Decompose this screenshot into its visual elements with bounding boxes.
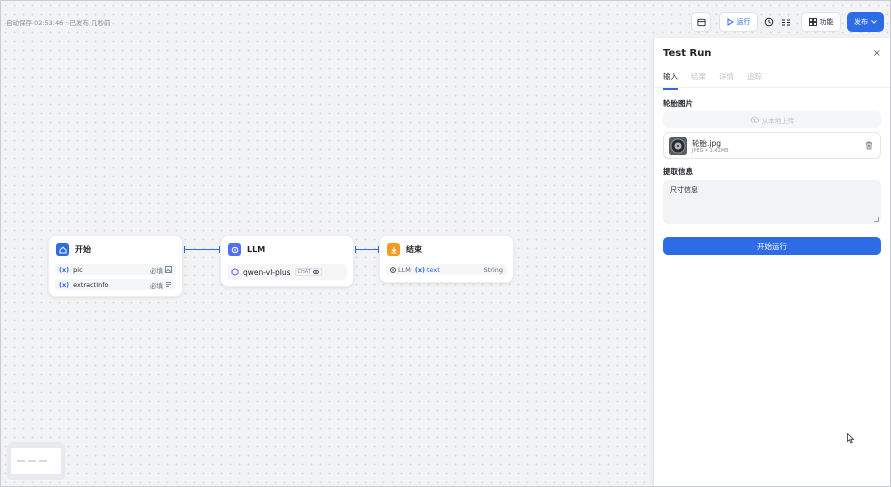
end-node[interactable]: 结束 LLM (x) text String [379,235,514,283]
var-required: 必填 [150,265,172,275]
field-label-image: 轮胎图片 [663,99,693,108]
start-node-title: 开始 [75,245,91,254]
play-icon [727,18,734,26]
start-var-pic[interactable]: (x) pic 必填 [55,264,176,275]
close-icon[interactable]: × [873,48,881,59]
variables-button[interactable] [777,12,795,32]
grid-icon [808,18,817,26]
model-tag: CHAT [294,268,322,276]
resize-handle[interactable] [874,217,879,222]
mouse-cursor-icon [847,432,855,446]
image-type-icon [165,266,172,273]
minimap-viewport [11,448,61,474]
test-run-panel: Test Run × 输入 结果 详情 追踪 轮胎图片 从本地上传 轮胎.jpg… [653,38,890,486]
variable-icon: (x) [59,280,70,289]
preview-icon [696,18,706,27]
required-label: 必填 [150,281,163,290]
history-icon [764,17,774,27]
edge-llm-end [355,246,379,253]
extract-info-textarea[interactable]: 尺寸信息 [663,180,881,224]
llm-node-title: LLM [247,245,266,254]
minimap-node [28,460,36,462]
end-node-header: 结束 [387,243,422,256]
panel-title: Test Run [663,48,712,59]
publish-button[interactable]: 发布 [847,12,884,32]
home-icon [56,243,69,256]
end-icon [387,243,400,256]
edge-start-llm [184,246,220,253]
end-output-row[interactable]: LLM (x) text String [386,264,507,275]
llm-ref-icon [390,266,396,273]
file-card: 轮胎.jpg JPEG • 1.42MB [663,132,881,159]
trash-icon[interactable] [865,141,873,152]
output-var: text [427,265,440,274]
start-var-extractinfo[interactable]: (x) extractInfo 必填 [55,279,176,290]
start-node[interactable]: 开始 (x) pic 必填 (x) extractInfo 必填 [48,235,183,297]
textarea-value: 尺寸信息 [670,186,698,194]
tire-thumbnail [669,137,687,155]
start-node-header: 开始 [56,243,91,256]
preview-button[interactable] [691,12,711,32]
autosave-status: 自动保存 02:53:46 · 已发布 几秒前 [6,19,111,27]
chevron-down-icon [871,20,877,24]
model-tag-label: CHAT [297,269,311,275]
var-name: extractInfo [73,280,109,289]
model-name: qwen-vl-plus [243,267,291,277]
end-node-title: 结束 [406,245,422,254]
list-settings-icon [781,18,791,27]
llm-node[interactable]: LLM qwen-vl-plus CHAT [220,235,354,287]
cloud-upload-icon [750,116,759,123]
history-button[interactable] [760,12,778,32]
eye-icon [312,270,319,274]
minimap-node [39,460,47,462]
output-source: LLM [398,265,411,274]
variable-icon: (x) [59,265,70,274]
features-button[interactable]: 功能 [801,12,841,32]
run-button[interactable]: 运行 [719,12,758,32]
required-label: 必填 [150,266,163,275]
run-label: 运行 [736,18,751,26]
llm-node-header: LLM [228,243,265,256]
file-meta: JPEG • 1.42MB [692,148,729,154]
upload-label: 从本地上传 [761,116,795,125]
upload-button[interactable]: 从本地上传 [663,111,881,128]
var-required: 必填 [150,280,172,290]
minimap-node [17,460,25,462]
features-label: 功能 [819,18,834,26]
output-type: String [483,265,503,274]
llm-icon [228,243,241,256]
publish-label: 发布 [854,18,868,26]
llm-model-row[interactable]: qwen-vl-plus CHAT [227,264,347,280]
variable-icon: (x) [414,265,425,274]
var-name: pic [73,265,83,274]
minimap[interactable] [7,442,65,480]
field-label-extract: 提取信息 [663,167,693,176]
text-type-icon [165,281,172,288]
tab-divider [654,87,890,88]
start-run-button[interactable]: 开始运行 [663,237,881,255]
qwen-logo-icon [231,268,239,276]
